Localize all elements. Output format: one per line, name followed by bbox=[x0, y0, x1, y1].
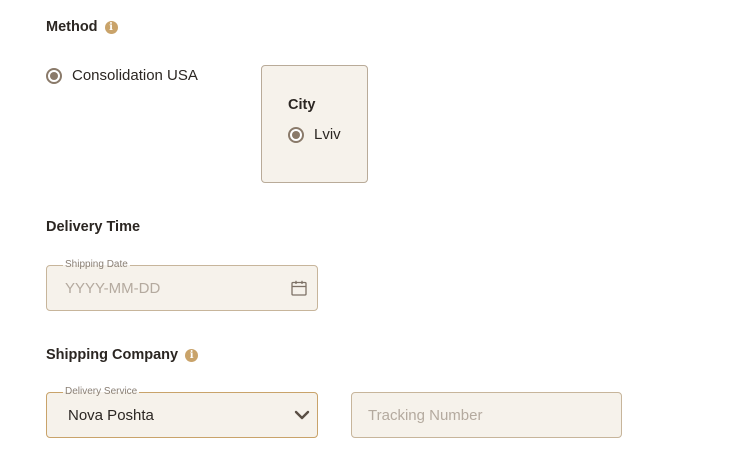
city-option-lviv[interactable]: Lviv bbox=[288, 126, 341, 143]
tracking-number-input[interactable]: Tracking Number bbox=[351, 392, 622, 438]
calendar-icon[interactable] bbox=[290, 279, 308, 297]
info-icon[interactable]: i bbox=[104, 20, 118, 34]
shipping-company-title: Shipping Company i bbox=[46, 347, 199, 363]
radio-selected-icon[interactable] bbox=[288, 126, 304, 143]
delivery-service-value: Nova Poshta bbox=[68, 407, 154, 424]
city-title: City bbox=[288, 97, 316, 113]
city-panel: City Lviv bbox=[261, 65, 368, 183]
city-option-label: Lviv bbox=[314, 126, 341, 143]
tracking-number-placeholder: Tracking Number bbox=[368, 407, 483, 424]
chevron-down-icon[interactable] bbox=[293, 406, 311, 424]
shipping-date-legend: Shipping Date bbox=[63, 259, 130, 271]
delivery-time-title-text: Delivery Time bbox=[46, 219, 141, 235]
radio-selected-icon[interactable] bbox=[46, 67, 62, 84]
shipping-company-title-text: Shipping Company bbox=[46, 347, 179, 363]
method-option-label: Consolidation USA bbox=[72, 67, 198, 84]
info-icon[interactable]: i bbox=[185, 348, 199, 362]
method-title: Method i bbox=[46, 19, 118, 35]
method-title-text: Method bbox=[46, 19, 98, 35]
shipping-date-field[interactable]: Shipping Date YYYY-MM-DD bbox=[46, 259, 318, 311]
shipping-date-placeholder: YYYY-MM-DD bbox=[65, 280, 161, 297]
delivery-service-select[interactable]: Delivery Service Nova Poshta bbox=[46, 386, 318, 438]
delivery-service-legend: Delivery Service bbox=[63, 386, 140, 398]
delivery-time-title: Delivery Time bbox=[46, 219, 140, 235]
method-option-consolidation-usa[interactable]: Consolidation USA bbox=[46, 67, 198, 84]
